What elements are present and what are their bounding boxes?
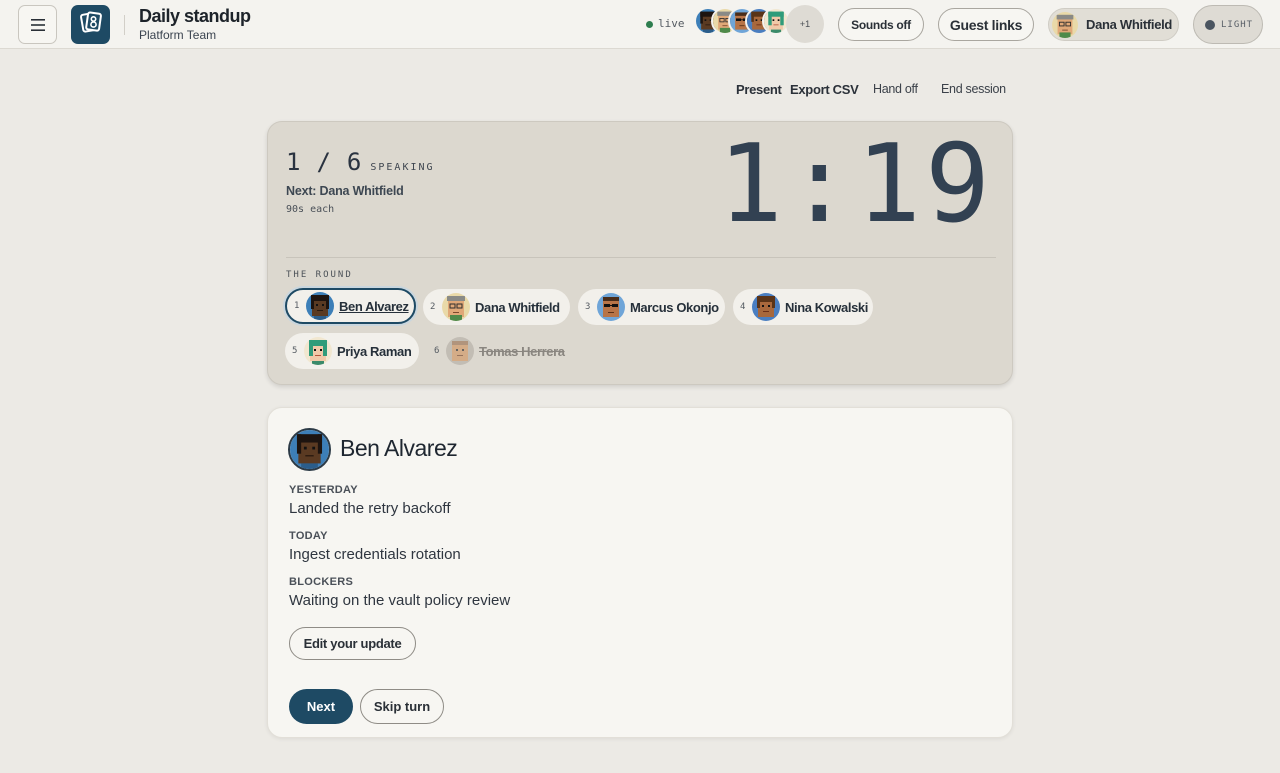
round-label: THE ROUND	[286, 270, 353, 280]
turn-separator: /	[316, 148, 331, 176]
avatar	[1052, 12, 1078, 38]
avatar	[288, 428, 331, 471]
theme-dot-icon	[1205, 19, 1215, 30]
chip-number: 3	[585, 302, 591, 312]
speaker-update-card: Ben Alvarez YESTERDAY Landed the retry b…	[267, 407, 1013, 738]
round-chip-dana[interactable]: 2 Dana Whitfield	[423, 289, 570, 325]
export-csv-button[interactable]: Export CSV	[790, 82, 859, 97]
speaking-label: SPEAKING	[370, 162, 435, 173]
next-speaker-label: Next: Dana Whitfield	[286, 184, 404, 198]
chip-number: 5	[292, 346, 298, 356]
blockers-text: Waiting on the vault policy review	[289, 592, 511, 609]
user-menu-button[interactable]: Dana Whitfield	[1048, 8, 1179, 41]
chip-name: Tomas Herrera	[479, 343, 565, 359]
menu-button[interactable]	[18, 5, 57, 44]
turn-counter: 1 / 6 SPEAKING	[286, 148, 435, 176]
chip-name: Nina Kowalski	[785, 299, 868, 315]
top-bar: Daily standup Platform Team live +1 Soun…	[0, 0, 1280, 49]
avatar	[442, 293, 470, 321]
next-speaker-button[interactable]: Next	[289, 689, 353, 724]
skip-turn-button[interactable]: Skip turn	[360, 689, 444, 724]
user-name: Dana Whitfield	[1086, 17, 1173, 32]
chip-number: 6	[434, 346, 440, 356]
chip-number: 1	[294, 301, 300, 311]
turn-total: 6	[346, 148, 362, 176]
avatar	[446, 337, 474, 365]
present-button[interactable]: Present	[736, 82, 782, 97]
avatar	[597, 293, 625, 321]
brand-divider	[124, 15, 125, 35]
theme-toggle-button[interactable]: LIGHT	[1193, 5, 1263, 44]
app-logo[interactable]	[71, 5, 110, 44]
guest-links-button[interactable]: Guest links	[938, 8, 1034, 41]
countdown-clock: 1:19	[717, 122, 994, 247]
page-title: Daily standup	[139, 6, 251, 26]
chip-name: Priya Raman	[337, 343, 412, 359]
avatar	[304, 337, 332, 365]
round-chip-tomas[interactable]: 6 Tomas Herrera	[427, 333, 572, 369]
today-text: Ingest credentials rotation	[289, 546, 461, 563]
round-chip-priya[interactable]: 5 Priya Raman	[285, 333, 419, 369]
chip-number: 2	[430, 302, 436, 312]
live-label: live	[658, 17, 685, 30]
avatar	[752, 293, 780, 321]
time-per-person: 90s each	[286, 204, 335, 215]
round-chip-ben[interactable]: 1 Ben Alvarez	[285, 288, 416, 324]
turn-current: 1	[286, 148, 301, 176]
divider	[286, 257, 996, 258]
hamburger-icon	[30, 18, 45, 31]
team-name: Platform Team	[139, 28, 217, 42]
timer-card: 1 / 6 SPEAKING Next: Dana Whitfield 90s …	[267, 121, 1013, 385]
sounds-toggle-button[interactable]: Sounds off	[838, 8, 924, 41]
live-indicator-dot	[646, 21, 653, 28]
hand-off-button[interactable]: Hand off	[873, 82, 918, 96]
theme-label: LIGHT	[1221, 19, 1254, 30]
round-chip-marcus[interactable]: 3 Marcus Okonjo	[578, 289, 725, 325]
blockers-label: BLOCKERS	[289, 576, 354, 588]
chip-name: Dana Whitfield	[475, 299, 560, 315]
standup-logo-icon	[79, 10, 103, 39]
chip-name: Ben Alvarez	[339, 298, 409, 314]
round-chip-nina[interactable]: 4 Nina Kowalski	[733, 289, 873, 325]
end-session-button[interactable]: End session	[941, 82, 1006, 96]
avatar	[306, 292, 334, 320]
presence-more-badge[interactable]: +1	[786, 5, 824, 43]
yesterday-text: Landed the retry backoff	[289, 500, 451, 517]
edit-update-button[interactable]: Edit your update	[289, 627, 416, 660]
yesterday-label: YESTERDAY	[289, 484, 358, 496]
chip-number: 4	[740, 302, 746, 312]
speaker-name: Ben Alvarez	[340, 435, 458, 461]
today-label: TODAY	[289, 530, 328, 542]
chip-name: Marcus Okonjo	[630, 299, 719, 315]
